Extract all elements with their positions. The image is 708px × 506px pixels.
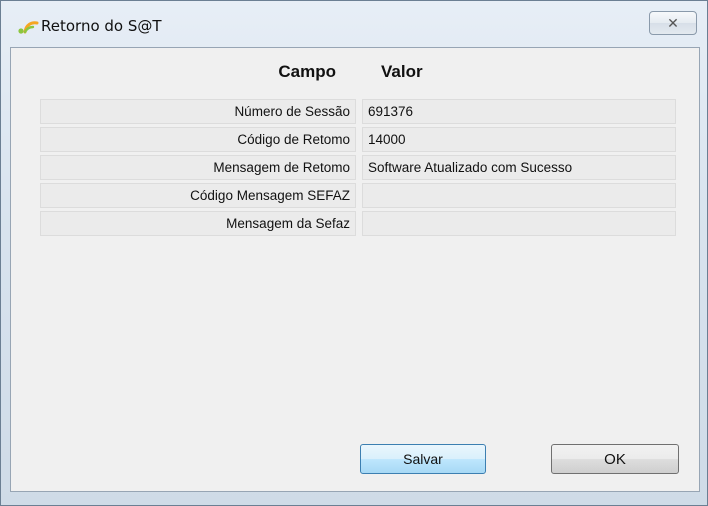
field-label: Mensagem de Retomo bbox=[40, 155, 356, 180]
field-label: Código de Retomo bbox=[40, 127, 356, 152]
dialog-content: Campo Valor Número de Sessão 691376 Códi… bbox=[10, 47, 700, 492]
column-header-valor: Valor bbox=[381, 62, 423, 81]
close-icon: ✕ bbox=[667, 14, 679, 31]
ok-button[interactable]: OK bbox=[551, 444, 679, 474]
field-label: Código Mensagem SEFAZ bbox=[40, 183, 356, 208]
sat-logo-icon bbox=[17, 19, 39, 35]
title-bar[interactable]: Retorno do S@T ✕ bbox=[1, 1, 707, 47]
window-title: Retorno do S@T bbox=[41, 17, 162, 35]
field-value[interactable]: 14000 bbox=[362, 127, 676, 152]
field-value[interactable] bbox=[362, 183, 676, 208]
field-label: Número de Sessão bbox=[40, 99, 356, 124]
dialog-window: Retorno do S@T ✕ Campo Valor Número de S… bbox=[0, 0, 708, 506]
save-button[interactable]: Salvar bbox=[360, 444, 486, 474]
field-value[interactable]: 691376 bbox=[362, 99, 676, 124]
column-header-campo: Campo bbox=[278, 62, 336, 81]
field-label: Mensagem da Sefaz bbox=[40, 211, 356, 236]
field-value[interactable]: Software Atualizado com Sucesso bbox=[362, 155, 676, 180]
field-value[interactable] bbox=[362, 211, 676, 236]
close-button[interactable]: ✕ bbox=[649, 11, 697, 35]
